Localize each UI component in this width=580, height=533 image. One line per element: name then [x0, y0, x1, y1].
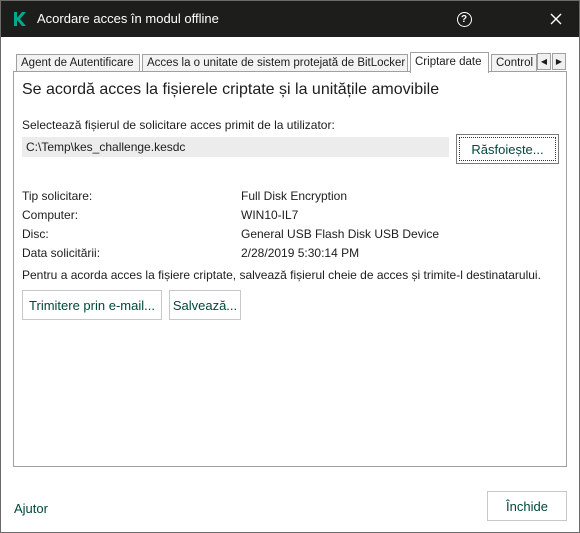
browse-button[interactable]: Răsfoiește...: [456, 134, 559, 164]
browse-button-label: Răsfoiește...: [459, 137, 556, 161]
detail-value-request-date: 2/28/2019 5:30:14 PM: [241, 246, 360, 260]
detail-key-request-date: Data solicitării:: [22, 246, 101, 260]
detail-key-request-type: Tip solicitare:: [22, 189, 93, 203]
detail-value-computer: WIN10-IL7: [241, 208, 299, 222]
tab-bitlocker-access[interactable]: Acces la o unitate de sistem protejată d…: [142, 54, 408, 71]
kaspersky-logo-icon: [14, 12, 26, 26]
tab-authentication-agent[interactable]: Agent de Autentificare: [16, 54, 140, 71]
help-button[interactable]: ?: [441, 1, 487, 37]
tab-control[interactable]: Control: [491, 54, 537, 71]
tab-scroll-right-icon[interactable]: ▶: [552, 53, 566, 70]
window-title: Acordare acces în modul offline: [37, 11, 219, 26]
help-link[interactable]: Ajutor: [14, 501, 48, 516]
tab-strip: Agent de Autentificare Acces la o unitat…: [13, 52, 569, 73]
detail-value-disk: General USB Flash Disk USB Device: [241, 227, 440, 241]
tab-data-encryption[interactable]: Criptare date: [410, 52, 489, 73]
title-bar: Acordare acces în modul offline ?: [1, 1, 579, 37]
close-dialog-button[interactable]: Închide: [487, 491, 567, 521]
tab-panel: Se acordă acces la fișierele criptate și…: [13, 71, 567, 467]
tab-scroll-left-icon[interactable]: ◀: [537, 53, 551, 70]
instruction-text: Pentru a acorda acces la fișiere criptat…: [22, 268, 541, 282]
detail-key-disk: Disc:: [22, 227, 49, 241]
detail-key-computer: Computer:: [22, 208, 79, 222]
close-button[interactable]: [533, 1, 579, 37]
file-field-label: Selectează fișierul de solicitare acces …: [22, 118, 335, 132]
tab-scroll-buttons: ◀ ▶: [537, 53, 567, 70]
dialog-window: Acordare acces în modul offline ? Agent …: [0, 0, 580, 533]
detail-value-request-type: Full Disk Encryption: [241, 189, 348, 203]
request-file-path-input[interactable]: [22, 137, 449, 157]
help-icon: ?: [456, 11, 472, 27]
close-icon: [550, 13, 562, 25]
send-email-button[interactable]: Trimitere prin e-mail...: [22, 290, 162, 320]
page-title: Se acordă acces la fișierele criptate și…: [22, 81, 440, 98]
save-button[interactable]: Salvează...: [169, 290, 241, 320]
